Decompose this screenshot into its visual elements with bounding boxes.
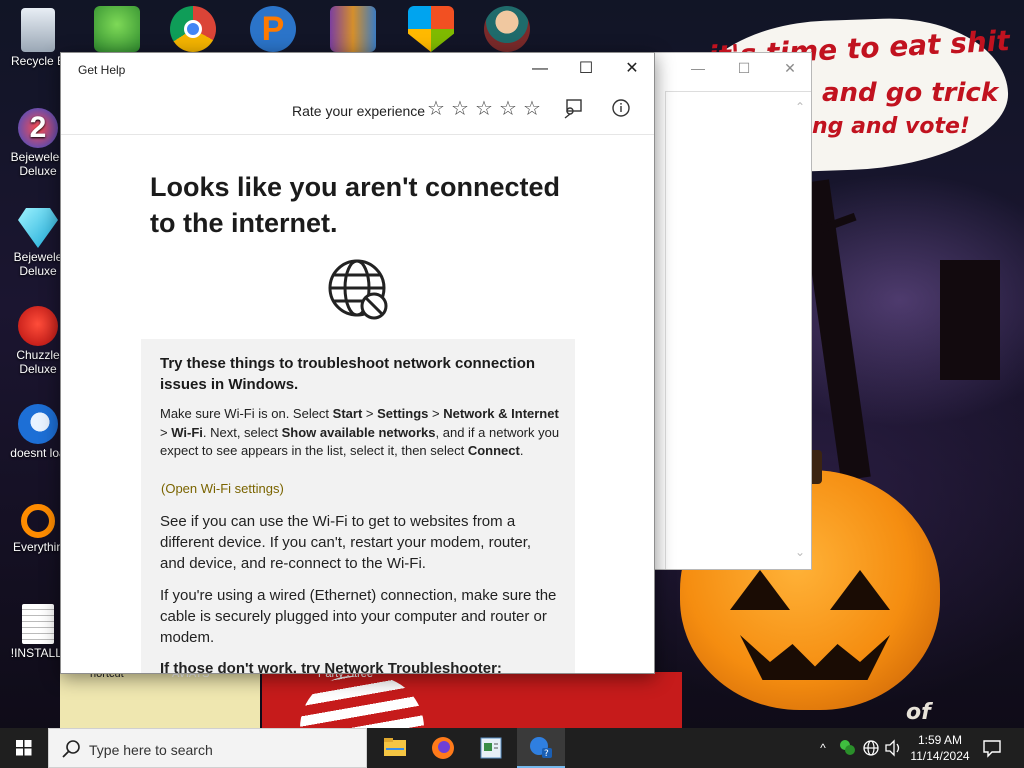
tray-volume[interactable] <box>882 728 904 768</box>
desktop-icon-label: Chuzzle Deluxe <box>16 348 60 376</box>
troubleshoot-panel: Try these things to troubleshoot network… <box>141 339 575 674</box>
taskbar-notepad[interactable] <box>467 728 515 768</box>
desktop-icon-label: Recycle B <box>10 54 66 68</box>
text-file-icon <box>22 604 54 644</box>
panel-title: Try these things to troubleshoot network… <box>160 355 536 393</box>
bold-start: Start <box>332 406 363 421</box>
action-center-button[interactable] <box>980 738 1004 758</box>
minimize-button[interactable]: — <box>517 53 563 85</box>
background-minimize-button[interactable]: — <box>675 53 721 83</box>
firefox-icon <box>432 737 454 759</box>
winrar-icon[interactable] <box>330 6 376 52</box>
rating-star-4[interactable]: ☆ <box>499 97 517 121</box>
bejeweled-2-icon: 2 <box>18 108 58 148</box>
rating-star-3[interactable]: ☆ <box>475 97 493 121</box>
text-segment: > <box>428 406 444 421</box>
background-maximize-button[interactable]: ☐ <box>721 53 767 83</box>
info-icon[interactable] <box>609 97 633 121</box>
open-wifi-settings-link[interactable]: (Open Wi-Fi settings) <box>161 481 284 496</box>
globe-disconnected-icon <box>327 258 391 322</box>
wallpaper-text-line3: ng and vote! <box>812 114 970 139</box>
bejeweled-diamond-icon <box>18 208 58 248</box>
notification-icon <box>983 740 1001 758</box>
pumpkin-mouth <box>740 635 890 680</box>
pumpkin-eye-left <box>730 570 790 610</box>
file-explorer-icon <box>384 738 406 756</box>
background-window[interactable]: — ☐ ✕ ⌃ ⌄ <box>654 52 812 570</box>
desktop-icon-label: Bejewelec Deluxe <box>10 150 66 178</box>
desktop-icon-label: Everythin <box>12 540 64 554</box>
scroll-up-arrow[interactable]: ⌃ <box>793 100 807 114</box>
desktop-icon-label: Bejewele Deluxe <box>13 250 63 278</box>
get-help-icon: ? <box>530 737 552 759</box>
tray-overflow-chevron[interactable]: ^ <box>812 728 834 768</box>
search-placeholder: Type here to search <box>89 742 213 758</box>
window-title: Get Help <box>78 63 126 77</box>
wallpaper-text-line2: and go trick <box>822 78 999 108</box>
taskbar-clock[interactable]: 1:59 AM 11/14/2024 <box>904 732 976 764</box>
scroll-down-arrow[interactable]: ⌄ <box>793 545 807 559</box>
everything-search-icon <box>21 504 55 538</box>
background-window-titlebar[interactable]: — ☐ ✕ <box>655 53 811 83</box>
text-segment: Make sure Wi-Fi is on. Select <box>160 406 333 421</box>
close-button[interactable]: ✕ <box>609 53 654 85</box>
svg-text:?: ? <box>544 749 549 759</box>
desktop-icon-label: doesnt loa <box>10 446 66 460</box>
network-globe-icon <box>863 740 879 756</box>
text-segment: > <box>362 406 378 421</box>
clock-date: 11/14/2024 <box>910 749 970 763</box>
taskbar-firefox[interactable] <box>419 728 467 768</box>
game-character-icon[interactable] <box>484 6 530 52</box>
wallpaper-corner-text: of <box>906 700 931 725</box>
tray-app-icon[interactable] <box>836 728 858 768</box>
ethernet-tip: If you're using a wired (Ethernet) conne… <box>160 587 557 646</box>
maximize-button[interactable]: ☐ <box>563 53 609 85</box>
bold-wifi: Wi-Fi <box>171 424 203 440</box>
pumpkin-eye-right <box>830 570 890 610</box>
tray-network[interactable] <box>860 728 882 768</box>
bold-network-internet: Network & Internet <box>443 406 559 421</box>
taskbar-file-explorer[interactable] <box>371 728 419 768</box>
speaker-icon <box>885 739 900 757</box>
taskbar: Type here to search ? ^ 1:59 AM 11/14/20… <box>0 728 1024 768</box>
background-window-content: ⌃ ⌄ <box>665 91 811 569</box>
rating-star-5[interactable]: ☆ <box>523 97 541 121</box>
desktop-icon-label: !INSTALLI <box>10 646 66 660</box>
text-segment: . Next, select <box>202 424 282 440</box>
green-app-icon <box>840 740 855 755</box>
feedback-icon[interactable] <box>561 97 585 121</box>
get-help-titlebar[interactable]: Get Help — ☐ ✕ <box>61 53 654 85</box>
bold-settings: Settings <box>377 406 429 421</box>
pidgin-icon[interactable]: P <box>250 6 296 52</box>
rating-star-2[interactable]: ☆ <box>451 97 469 121</box>
thunderbird-icon <box>18 404 58 444</box>
bold-show-networks: Show available networks <box>281 424 436 440</box>
rating-star-1[interactable]: ☆ <box>427 97 445 121</box>
notepad-icon <box>480 737 502 759</box>
get-help-content: Looks like you aren't connected to the i… <box>61 136 654 673</box>
troubleshooter-heading: If those don't work, try Network Trouble… <box>160 660 502 674</box>
messenger-icon[interactable] <box>94 6 140 52</box>
page-heading: Looks like you aren't connected to the i… <box>150 172 561 238</box>
text-segment: . <box>519 443 524 458</box>
bold-connect: Connect <box>467 443 520 458</box>
castle-silhouette <box>940 260 1000 380</box>
taskbar-search-box[interactable]: Type here to search <box>48 728 367 768</box>
get-help-window[interactable]: Get Help — ☐ ✕ Rate your experience ☆ ☆ … <box>60 52 655 674</box>
search-icon <box>62 740 80 758</box>
other-device-tip: See if you can use the Wi-Fi to get to w… <box>160 513 532 572</box>
chrome-icon[interactable] <box>170 6 216 52</box>
get-help-toolbar: Rate your experience ☆ ☆ ☆ ☆ ☆ <box>61 85 654 135</box>
wallpaper-bottom-yellow <box>60 672 260 728</box>
windows-logo-icon <box>16 740 32 756</box>
taskbar-get-help[interactable]: ? <box>517 728 565 768</box>
clock-time: 1:59 AM <box>917 733 963 747</box>
chuzzle-icon <box>18 306 58 346</box>
start-button[interactable] <box>0 728 48 768</box>
wifi-instructions: Make sure Wi-Fi is on. Select Start > Se… <box>160 405 560 461</box>
text-segment: > <box>160 424 172 440</box>
rate-experience-label: Rate your experience <box>292 103 426 119</box>
recycle-bin-icon <box>21 8 55 52</box>
background-close-button[interactable]: ✕ <box>767 53 813 83</box>
